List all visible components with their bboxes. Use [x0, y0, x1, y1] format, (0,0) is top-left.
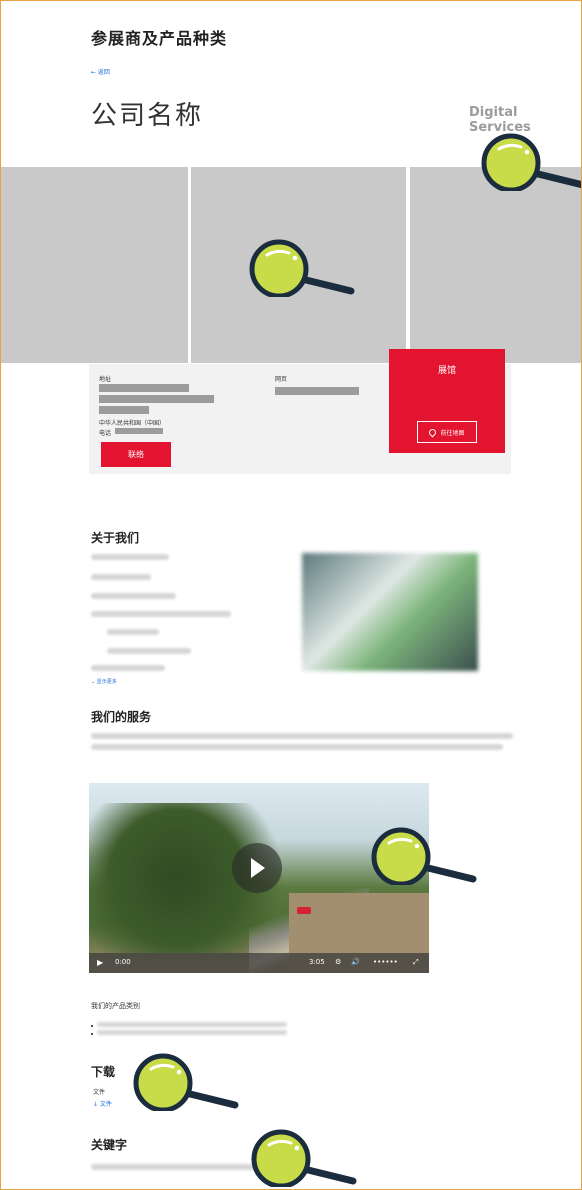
- video-car: [297, 907, 311, 914]
- address-redacted-1: [99, 384, 189, 392]
- play-icon: [251, 858, 265, 878]
- magnifier-icon: [251, 1129, 357, 1187]
- hero-panel-3: [410, 167, 581, 363]
- volume-icon[interactable]: 🔊: [351, 958, 360, 966]
- address-redacted-3: [99, 406, 149, 414]
- download-file-label: 文件: [93, 1089, 106, 1096]
- about-blur-2: [91, 574, 151, 580]
- country-line: 中华人民共和国（中国）: [99, 420, 166, 427]
- show-more-link[interactable]: ⌄ 显示更多: [91, 678, 117, 685]
- volume-slider[interactable]: ••••••: [373, 958, 398, 966]
- bullet-2: [91, 1033, 93, 1035]
- about-blur-3: [91, 593, 176, 599]
- website-redacted[interactable]: [275, 387, 359, 395]
- video-total-time: 3:05: [309, 958, 325, 966]
- product-category-title: 我们的产品类别: [91, 1002, 140, 1010]
- keywords-title: 关键字: [91, 1138, 128, 1152]
- product-blur-1: [97, 1022, 287, 1027]
- go-to-map-button[interactable]: 前往地图: [417, 421, 477, 443]
- about-blur-6: [107, 648, 191, 654]
- play-small-icon[interactable]: ▶: [97, 958, 103, 967]
- download-file-link[interactable]: ↓ 文件: [93, 1099, 112, 1108]
- fullscreen-icon[interactable]: ⤢: [413, 958, 419, 967]
- bullet-1: [91, 1025, 93, 1027]
- phone-redacted: [115, 428, 163, 434]
- phone-label: 电话: [99, 430, 112, 437]
- website-label: 网页: [275, 376, 288, 383]
- magnifier-icon: [249, 239, 355, 297]
- magnifier-icon: [481, 133, 581, 191]
- services-blur-2: [91, 744, 503, 750]
- page-header-title: 参展商及产品种类: [91, 29, 228, 48]
- magnifier-icon: [133, 1053, 239, 1111]
- video-current-time: 0:00: [115, 958, 131, 966]
- page-frame: 参展商及产品种类 ← 返回 公司名称 Digital Services 地址 中…: [0, 0, 582, 1190]
- about-blur-5: [107, 629, 159, 635]
- about-blur-1: [91, 554, 169, 560]
- company-name: 公司名称: [91, 101, 204, 131]
- about-title: 关于我们: [91, 531, 140, 545]
- hall-box: 展馆 前往地图: [389, 349, 505, 453]
- back-link[interactable]: ← 返回: [91, 67, 110, 76]
- about-image: [302, 553, 478, 671]
- address-label: 地址: [99, 376, 112, 383]
- about-blur-7: [91, 665, 165, 671]
- services-blur-1: [91, 733, 513, 739]
- play-button[interactable]: [232, 843, 282, 893]
- settings-icon[interactable]: ⚙: [335, 958, 341, 966]
- hall-title: 展馆: [437, 366, 456, 376]
- magnifier-icon: [371, 827, 477, 885]
- video-controls: ▶ 0:00 3:05 ⚙ 🔊 •••••• ⤢: [89, 953, 429, 973]
- go-to-map-label: 前往地图: [440, 429, 465, 437]
- location-pin-icon: [428, 427, 438, 437]
- address-redacted-2: [99, 395, 214, 403]
- contact-button[interactable]: 联络: [101, 442, 171, 467]
- services-title: 我们的服务: [91, 710, 152, 724]
- product-blur-2: [97, 1030, 287, 1035]
- about-blur-4: [91, 611, 231, 617]
- download-title: 下载: [91, 1065, 116, 1079]
- hero-panel-1: [1, 167, 188, 363]
